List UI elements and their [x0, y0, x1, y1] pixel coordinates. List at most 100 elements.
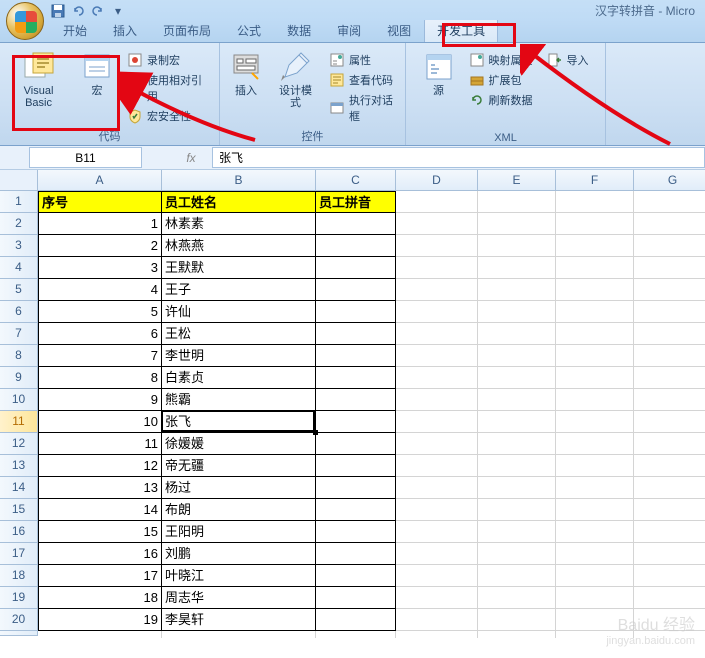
cell-E11[interactable]: [478, 411, 556, 433]
cell-B10[interactable]: 熊霸: [162, 389, 316, 411]
column-header-B[interactable]: B: [162, 170, 316, 191]
row-header-20[interactable]: 20: [0, 609, 38, 631]
cell-G16[interactable]: [634, 521, 705, 543]
visual-basic-button[interactable]: Visual Basic: [4, 49, 73, 111]
cell-C11[interactable]: [316, 411, 396, 433]
row-header-15[interactable]: 15: [0, 499, 38, 521]
cell-F7[interactable]: [556, 323, 634, 345]
cell-A1[interactable]: 序号: [38, 191, 162, 213]
cell-D11[interactable]: [396, 411, 478, 433]
cell-A4[interactable]: 3: [38, 257, 162, 279]
tab-开发工具[interactable]: 开发工具: [424, 18, 498, 42]
cell-F6[interactable]: [556, 301, 634, 323]
cell-C18[interactable]: [316, 565, 396, 587]
cell-G15[interactable]: [634, 499, 705, 521]
row-header-4[interactable]: 4: [0, 257, 38, 279]
name-box[interactable]: B11: [29, 147, 142, 168]
cell-B3[interactable]: 林燕燕: [162, 235, 316, 257]
cell-F19[interactable]: [556, 587, 634, 609]
cell-C2[interactable]: [316, 213, 396, 235]
cell-G11[interactable]: [634, 411, 705, 433]
row-header-12[interactable]: 12: [0, 433, 38, 455]
cells-grid[interactable]: 序号员工姓名员工拼音1林素素2林燕燕3王默默4王子5许仙6王松7李世明8白素贞9…: [38, 191, 705, 638]
record-macro-button[interactable]: 录制宏: [125, 51, 211, 69]
row-header-6[interactable]: 6: [0, 301, 38, 323]
import-button[interactable]: 导入: [545, 51, 591, 69]
cell-F21[interactable]: [556, 631, 634, 638]
cell-G20[interactable]: [634, 609, 705, 631]
cell-E21[interactable]: [478, 631, 556, 638]
cell-F13[interactable]: [556, 455, 634, 477]
cell-F11[interactable]: [556, 411, 634, 433]
row-header-11[interactable]: 11: [0, 411, 38, 433]
cell-C17[interactable]: [316, 543, 396, 565]
cell-C14[interactable]: [316, 477, 396, 499]
cell-D8[interactable]: [396, 345, 478, 367]
undo-icon[interactable]: [70, 3, 86, 19]
column-header-E[interactable]: E: [478, 170, 556, 191]
cell-B6[interactable]: 许仙: [162, 301, 316, 323]
cell-G7[interactable]: [634, 323, 705, 345]
cell-B18[interactable]: 叶晓江: [162, 565, 316, 587]
cell-B8[interactable]: 李世明: [162, 345, 316, 367]
cell-G10[interactable]: [634, 389, 705, 411]
cell-E14[interactable]: [478, 477, 556, 499]
cell-E10[interactable]: [478, 389, 556, 411]
cell-B17[interactable]: 刘鹏: [162, 543, 316, 565]
fill-handle[interactable]: [313, 430, 318, 435]
cell-C21[interactable]: [316, 631, 396, 638]
cell-A19[interactable]: 18: [38, 587, 162, 609]
cell-E6[interactable]: [478, 301, 556, 323]
cell-A2[interactable]: 1: [38, 213, 162, 235]
row-header-18[interactable]: 18: [0, 565, 38, 587]
cell-E3[interactable]: [478, 235, 556, 257]
cell-B19[interactable]: 周志华: [162, 587, 316, 609]
office-button[interactable]: [6, 2, 44, 40]
cell-D10[interactable]: [396, 389, 478, 411]
cell-G18[interactable]: [634, 565, 705, 587]
row-header-9[interactable]: 9: [0, 367, 38, 389]
cell-F3[interactable]: [556, 235, 634, 257]
cell-E4[interactable]: [478, 257, 556, 279]
select-all-corner[interactable]: [0, 170, 38, 191]
row-header-19[interactable]: 19: [0, 587, 38, 609]
cell-D6[interactable]: [396, 301, 478, 323]
cell-C10[interactable]: [316, 389, 396, 411]
cell-C16[interactable]: [316, 521, 396, 543]
cell-D15[interactable]: [396, 499, 478, 521]
properties-button[interactable]: 属性: [327, 51, 397, 69]
row-header-1[interactable]: 1: [0, 191, 38, 213]
cell-B9[interactable]: 白素贞: [162, 367, 316, 389]
qat-customize-icon[interactable]: ▾: [110, 3, 126, 19]
cell-D13[interactable]: [396, 455, 478, 477]
cell-F9[interactable]: [556, 367, 634, 389]
cell-D12[interactable]: [396, 433, 478, 455]
cell-B5[interactable]: 王子: [162, 279, 316, 301]
cell-F5[interactable]: [556, 279, 634, 301]
macros-button[interactable]: 宏: [75, 49, 119, 99]
cell-D14[interactable]: [396, 477, 478, 499]
cell-D4[interactable]: [396, 257, 478, 279]
cell-E17[interactable]: [478, 543, 556, 565]
cell-C3[interactable]: [316, 235, 396, 257]
row-header-8[interactable]: 8: [0, 345, 38, 367]
cell-G6[interactable]: [634, 301, 705, 323]
column-header-A[interactable]: A: [38, 170, 162, 191]
cell-A21[interactable]: [38, 631, 162, 638]
row-header-10[interactable]: 10: [0, 389, 38, 411]
cell-E9[interactable]: [478, 367, 556, 389]
cell-A13[interactable]: 12: [38, 455, 162, 477]
cell-C9[interactable]: [316, 367, 396, 389]
cell-C20[interactable]: [316, 609, 396, 631]
row-header-17[interactable]: 17: [0, 543, 38, 565]
cell-G4[interactable]: [634, 257, 705, 279]
cell-G5[interactable]: [634, 279, 705, 301]
formula-input[interactable]: 张飞: [212, 147, 705, 168]
cell-E19[interactable]: [478, 587, 556, 609]
map-properties-button[interactable]: 映射属性: [467, 51, 535, 69]
cell-G21[interactable]: [634, 631, 705, 638]
cell-E18[interactable]: [478, 565, 556, 587]
view-code-button[interactable]: 查看代码: [327, 71, 397, 89]
cell-D3[interactable]: [396, 235, 478, 257]
cell-C7[interactable]: [316, 323, 396, 345]
